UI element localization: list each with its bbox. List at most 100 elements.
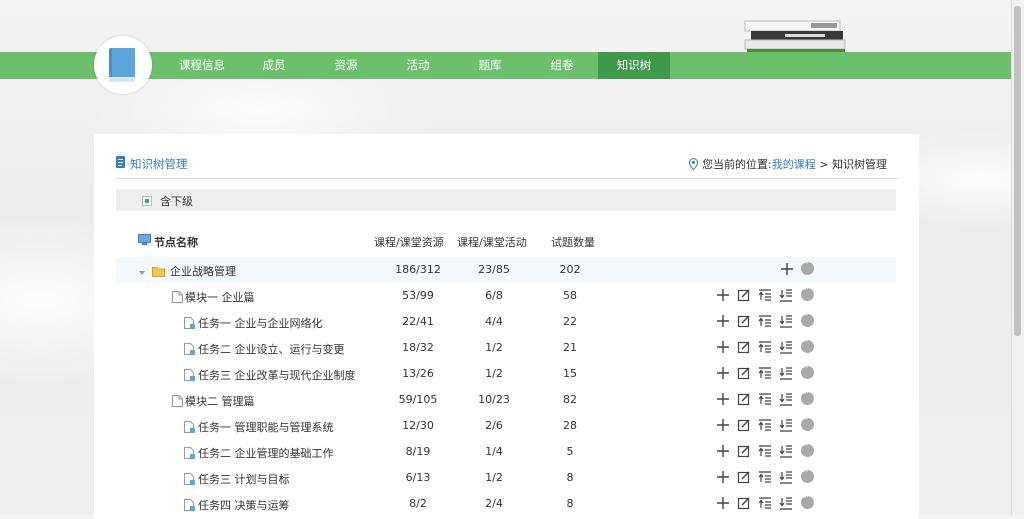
tree-row[interactable]: 任务一 企业与企业网络化 22/41 4/4 22 [116, 309, 896, 335]
more-options-icon[interactable] [801, 259, 814, 275]
tree-row[interactable]: 任务一 管理职能与管理系统 12/30 2/6 28 [116, 413, 896, 439]
edit-icon[interactable] [737, 418, 751, 432]
edit-icon[interactable] [737, 288, 751, 302]
node-name-text[interactable]: 模块一 企业篇 [185, 291, 255, 304]
add-child-icon[interactable] [780, 262, 794, 276]
move-up-icon[interactable] [758, 392, 772, 406]
edit-icon[interactable] [737, 470, 751, 484]
node-activities: 10/23 [478, 393, 510, 406]
scrollbar-thumb[interactable] [1014, 6, 1021, 336]
move-down-icon[interactable] [779, 314, 793, 328]
tree-row[interactable]: 企业战略管理 186/312 23/85 202 [116, 257, 896, 283]
move-up-icon[interactable] [758, 496, 772, 510]
tree-row[interactable]: 任务二 企业设立、运行与变更 18/32 1/2 21 [116, 335, 896, 361]
node-resources: 186/312 [395, 263, 441, 276]
more-options-icon[interactable] [801, 285, 814, 301]
tree-row[interactable]: 任务三 计划与目标 6/13 1/2 8 [116, 465, 896, 491]
include-children-label: 含下级 [160, 195, 193, 208]
more-options-icon[interactable] [801, 415, 814, 431]
nav-tab-resources[interactable]: 资源 [310, 52, 382, 79]
tree-row[interactable]: 模块二 管理篇 59/105 10/23 82 [116, 387, 896, 413]
document-icon [116, 156, 125, 168]
edit-icon[interactable] [737, 314, 751, 328]
more-options-icon[interactable] [801, 493, 814, 509]
move-up-icon[interactable] [758, 444, 772, 458]
node-activities: 1/4 [485, 445, 503, 458]
move-down-icon[interactable] [779, 418, 793, 432]
add-child-icon[interactable] [716, 470, 730, 484]
more-options-icon[interactable] [801, 363, 814, 379]
node-name: 任务三 计划与目标 [184, 471, 290, 488]
node-name-text[interactable]: 任务四 决策与运筹 [198, 499, 290, 512]
breadcrumb-separator: > [815, 158, 832, 171]
vertical-scrollbar[interactable] [1011, 0, 1024, 515]
node-resources: 8/19 [405, 445, 431, 458]
move-down-icon[interactable] [779, 288, 793, 302]
node-resources: 12/30 [402, 419, 434, 432]
add-child-icon[interactable] [716, 314, 730, 328]
add-child-icon[interactable] [716, 288, 730, 302]
move-up-icon[interactable] [758, 314, 772, 328]
edit-icon[interactable] [737, 340, 751, 354]
more-options-icon[interactable] [801, 337, 814, 353]
node-name-text[interactable]: 任务三 企业改革与现代企业制度 [198, 369, 356, 382]
nav-tab-course-info[interactable]: 课程信息 [166, 52, 238, 79]
move-down-icon[interactable] [779, 470, 793, 484]
node-name-text[interactable]: 模块二 管理篇 [185, 395, 255, 408]
more-options-icon[interactable] [801, 311, 814, 327]
file-icon [172, 395, 183, 410]
nav-tab-activities[interactable]: 活动 [382, 52, 454, 79]
nav-tab-knowledge-tree[interactable]: 知识树 [598, 52, 670, 79]
move-down-icon[interactable] [779, 366, 793, 380]
tree-row[interactable]: 模块一 企业篇 53/99 6/8 58 [116, 283, 896, 309]
expand-arrow-icon[interactable] [138, 267, 146, 280]
nav-tab-question-bank[interactable]: 题库 [454, 52, 526, 79]
node-name-text[interactable]: 企业战略管理 [170, 265, 236, 278]
row-actions [716, 259, 816, 278]
more-options-icon[interactable] [801, 389, 814, 405]
row-actions [716, 337, 816, 356]
more-options-icon[interactable] [801, 467, 814, 483]
move-up-icon[interactable] [758, 470, 772, 484]
tree-row[interactable]: 任务二 企业管理的基础工作 8/19 1/4 5 [116, 439, 896, 465]
add-child-icon[interactable] [716, 418, 730, 432]
move-down-icon[interactable] [779, 340, 793, 354]
add-child-icon[interactable] [716, 366, 730, 380]
move-down-icon[interactable] [779, 444, 793, 458]
add-child-icon[interactable] [716, 392, 730, 406]
breadcrumb-link-my-courses[interactable]: 我的课程 [772, 158, 816, 171]
move-up-icon[interactable] [758, 366, 772, 380]
file-icon [172, 291, 183, 306]
move-up-icon[interactable] [758, 418, 772, 432]
edit-icon[interactable] [737, 392, 751, 406]
tree-row[interactable]: 任务三 企业改革与现代企业制度 13/26 1/2 15 [116, 361, 896, 387]
move-down-icon[interactable] [779, 392, 793, 406]
node-name-text[interactable]: 任务一 管理职能与管理系统 [198, 421, 334, 434]
move-down-icon[interactable] [779, 496, 793, 510]
add-child-icon[interactable] [716, 444, 730, 458]
move-up-icon[interactable] [758, 288, 772, 302]
add-child-icon[interactable] [716, 340, 730, 354]
node-resources: 53/99 [402, 289, 434, 302]
node-name-text[interactable]: 任务二 企业设立、运行与变更 [198, 343, 345, 356]
breadcrumb: 知识树管理 您当前的位置:我的课程 > 知识树管理 [116, 148, 899, 179]
move-up-icon[interactable] [758, 340, 772, 354]
node-name-text[interactable]: 任务一 企业与企业网络化 [198, 317, 323, 330]
edit-icon[interactable] [737, 366, 751, 380]
task-file-icon [184, 473, 196, 488]
node-activities: 1/2 [485, 367, 503, 380]
node-name: 任务一 管理职能与管理系统 [184, 419, 334, 436]
include-children-checkbox[interactable] [142, 196, 152, 206]
nav-tab-paper-assembly[interactable]: 组卷 [526, 52, 598, 79]
edit-icon[interactable] [737, 444, 751, 458]
edit-icon[interactable] [737, 496, 751, 510]
node-name: 模块一 企业篇 [172, 289, 255, 306]
tree-row[interactable]: 任务四 决策与运筹 8/2 2/4 8 [116, 491, 896, 517]
node-question-count: 15 [563, 367, 577, 380]
node-name-text[interactable]: 任务二 企业管理的基础工作 [198, 447, 334, 460]
node-name-text[interactable]: 任务三 计划与目标 [198, 473, 290, 486]
node-name: 模块二 管理篇 [172, 393, 255, 410]
add-child-icon[interactable] [716, 496, 730, 510]
more-options-icon[interactable] [801, 441, 814, 457]
nav-tab-members[interactable]: 成员 [238, 52, 310, 79]
